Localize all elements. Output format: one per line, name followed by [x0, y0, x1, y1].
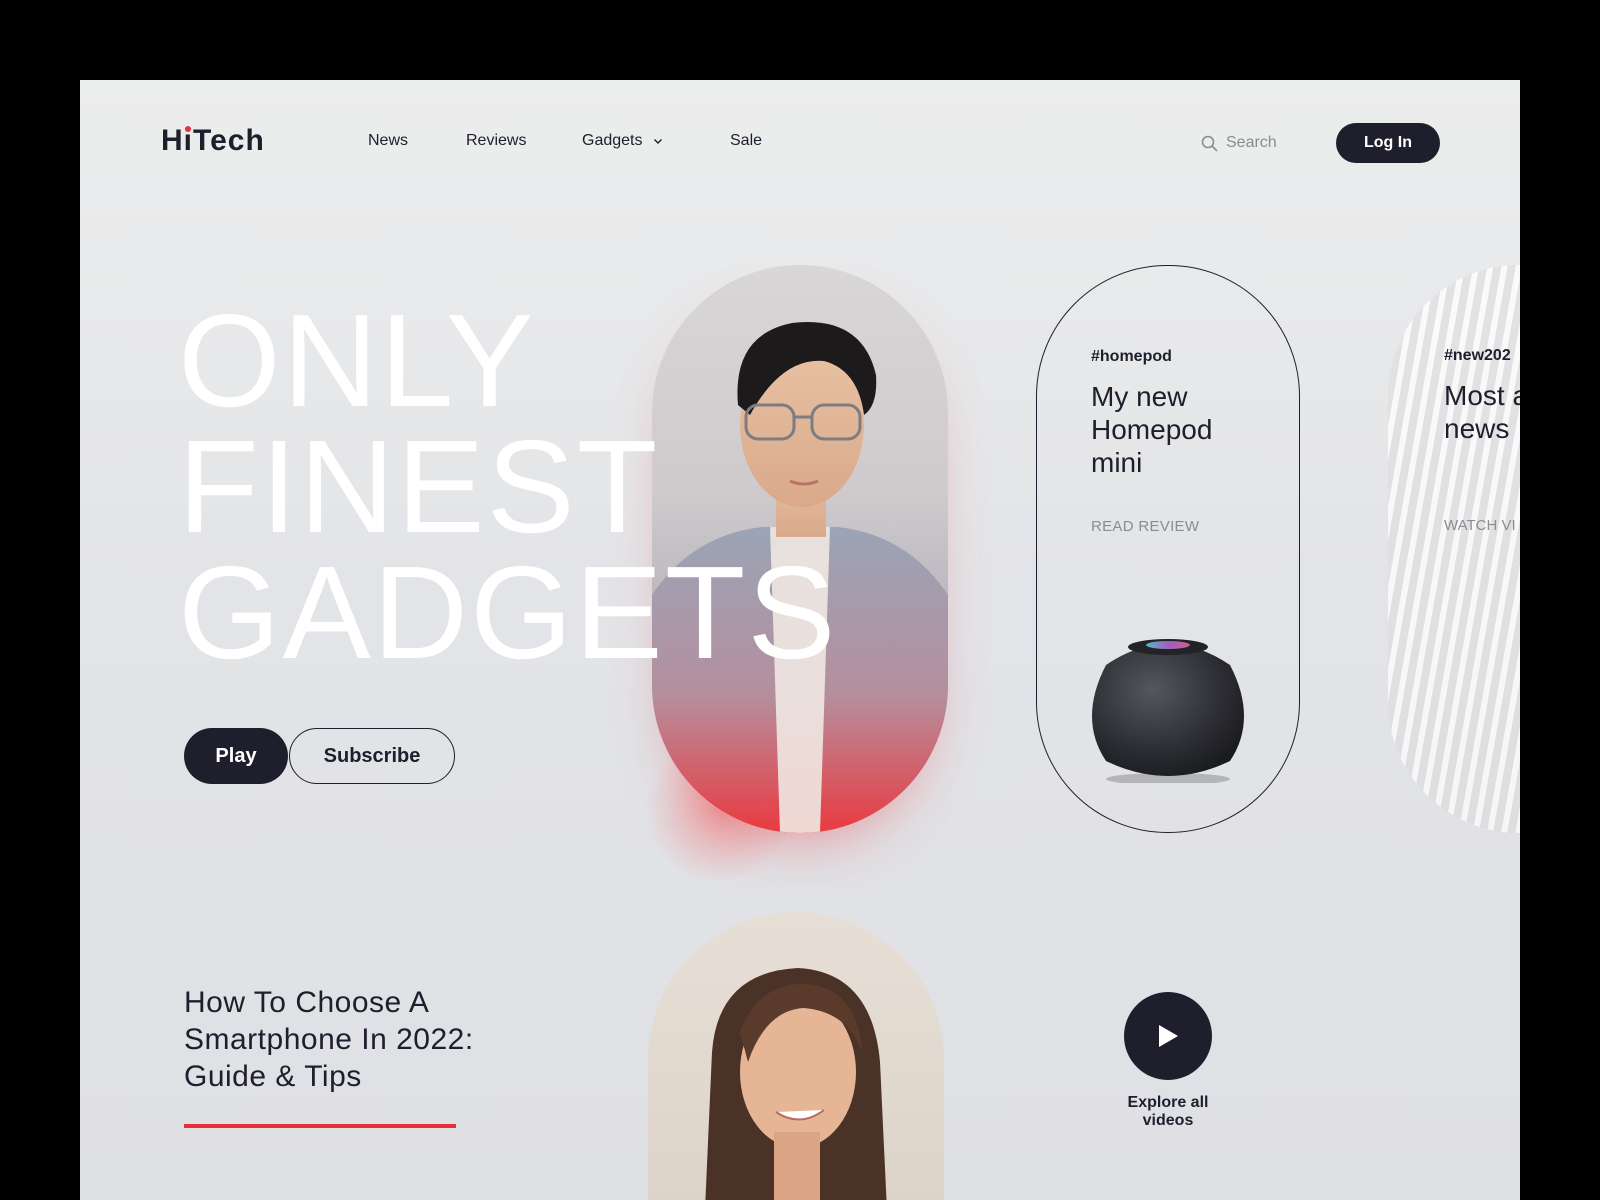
hero-title-line-2: FINEST — [178, 413, 660, 560]
nav-gadgets[interactable]: Gadgets — [582, 132, 663, 150]
play-icon — [1159, 1025, 1178, 1047]
login-button[interactable]: Log In — [1336, 123, 1440, 163]
card-tag[interactable]: #homepod — [1091, 348, 1172, 366]
subscribe-button[interactable]: Subscribe — [289, 728, 455, 784]
explore-videos-button[interactable] — [1124, 992, 1212, 1080]
nav-reviews[interactable]: Reviews — [466, 132, 526, 150]
nav-gadgets-label: Gadgets — [582, 132, 643, 149]
article-title[interactable]: How To Choose A Smartphone In 2022: Guid… — [184, 984, 484, 1095]
hero-title-line-1: ONLY — [178, 287, 536, 434]
logo-text-tech: Tech — [193, 124, 265, 157]
homepod-speaker-image — [1092, 639, 1244, 783]
card-title: Most anticip news — [1444, 380, 1520, 444]
play-button[interactable]: Play — [184, 728, 288, 784]
logo[interactable]: Hi Tech — [161, 124, 265, 158]
hero-title-line-3: GADGETS — [178, 539, 838, 686]
card-title: My new Homepod mini — [1091, 381, 1213, 478]
page: Hi Tech News Reviews Gadgets Sale Search … — [80, 80, 1520, 1200]
logo-i: i — [184, 124, 193, 158]
search-placeholder: Search — [1226, 134, 1277, 151]
nav-sale[interactable]: Sale — [730, 132, 762, 150]
explore-videos-label[interactable]: Explore all videos — [1108, 1094, 1228, 1130]
chevron-down-icon — [653, 138, 662, 144]
watch-video-link[interactable]: WATCH VI — [1444, 517, 1516, 534]
news-card[interactable]: #new202 Most anticip news WATCH VI — [1388, 265, 1520, 833]
card-tag[interactable]: #new202 — [1444, 347, 1511, 365]
nav-news[interactable]: News — [368, 132, 408, 150]
homepod-card[interactable]: #homepod My new Homepod mini READ REVIEW — [1036, 265, 1300, 833]
read-review-link[interactable]: READ REVIEW — [1091, 518, 1199, 535]
search-input[interactable]: Search — [1201, 130, 1321, 156]
logo-text-h: H — [161, 124, 184, 157]
article-photo-woman — [648, 912, 944, 1200]
woman-portrait-image — [705, 968, 887, 1200]
article-underline — [184, 1124, 456, 1128]
hero-title: ONLY FINEST GADGETS — [178, 287, 838, 686]
search-icon — [1201, 135, 1218, 151]
